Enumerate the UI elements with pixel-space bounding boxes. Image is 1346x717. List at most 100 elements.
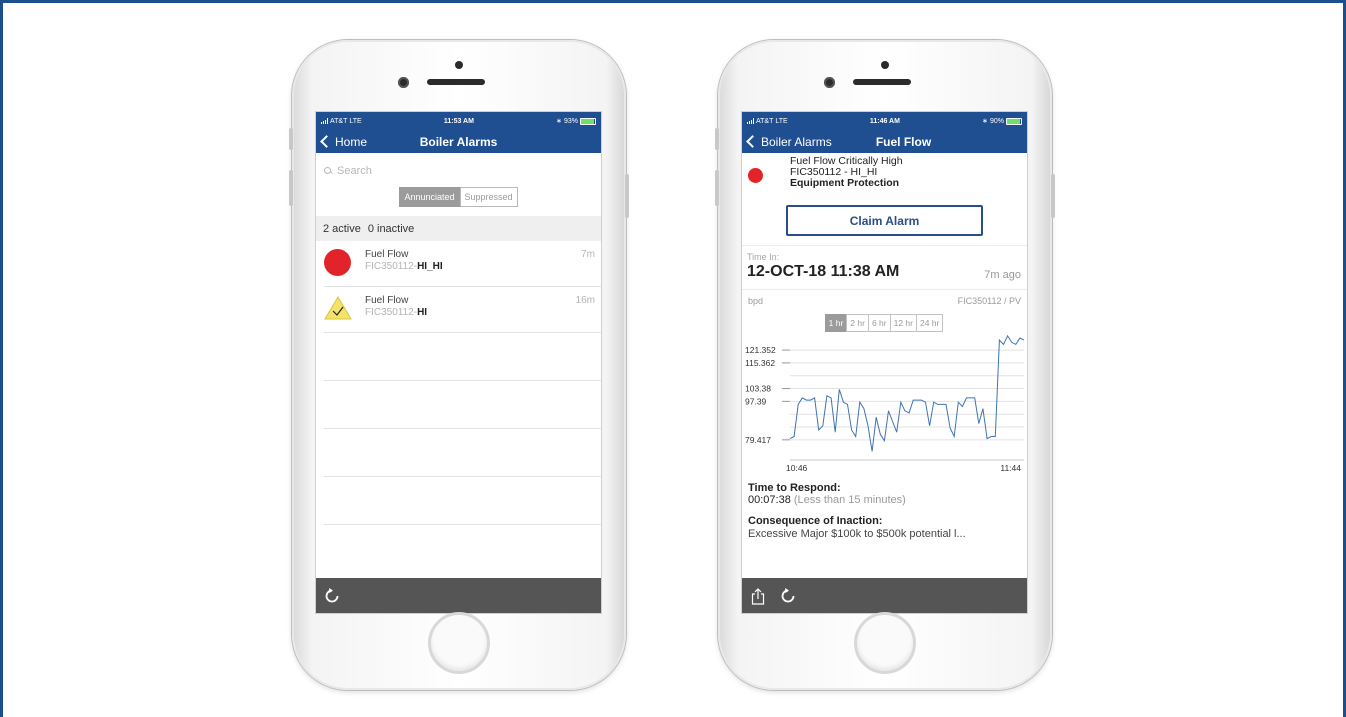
- network-label: LTE: [775, 117, 788, 125]
- alarm-tag-level: HI: [417, 307, 428, 318]
- alarm-age: 7m: [581, 249, 595, 260]
- nav-bar: Boiler Alarms Fuel Flow: [742, 130, 1027, 153]
- home-button[interactable]: [854, 612, 916, 674]
- x-tick-label: 10:46: [786, 463, 808, 473]
- y-tick-label: 97.39: [745, 396, 767, 406]
- front-camera-icon: [824, 77, 835, 88]
- bluetooth-icon: ∗: [556, 118, 562, 125]
- search-field[interactable]: Search: [324, 161, 593, 181]
- consequence-label: Consequence of Inaction:: [748, 515, 883, 527]
- respond-label: Time to Respond:: [748, 482, 841, 494]
- empty-row: [324, 429, 601, 477]
- inactive-label: inactive: [377, 222, 415, 235]
- trend-chart-svg: 79.417 97.39 103.38 115.362 121.352 10:46 11:4…: [745, 334, 1025, 473]
- critical-circle-icon: [324, 249, 352, 277]
- front-camera-icon: [398, 77, 409, 88]
- phone-left: AT&T LTE 11:53 AM ∗ 93% Home Boiler Alar…: [289, 40, 629, 690]
- trend-chart: 79.417 97.39 103.38 115.362 121.352 10:46 11:4…: [742, 332, 1027, 482]
- empty-row: [324, 477, 601, 525]
- consequence-text: Excessive Major $100k to $500k potential…: [748, 528, 966, 540]
- y-tick-label: 115.362: [745, 358, 775, 368]
- segment-annunciated[interactable]: Annunciated: [399, 187, 460, 207]
- acknowledged-warning-triangle-icon: [324, 295, 352, 323]
- y-tick-label: 79.417: [745, 435, 771, 445]
- refresh-icon[interactable]: [780, 587, 796, 604]
- refresh-icon[interactable]: [324, 587, 340, 604]
- nav-bar: Home Boiler Alarms: [316, 130, 601, 153]
- chevron-left-icon: [320, 135, 333, 148]
- x-tick-label: 11:44: [1000, 463, 1021, 473]
- inactive-count: 0: [367, 222, 374, 235]
- bottom-toolbar: [316, 578, 601, 613]
- series-line: [789, 334, 1025, 452]
- network-label: LTE: [349, 117, 362, 125]
- back-button[interactable]: Boiler Alarms: [746, 134, 832, 149]
- battery-indicator: ∗ 90%: [982, 117, 1022, 125]
- page-frame: [0, 0, 1346, 717]
- time-to-respond: Time to Respond: 00:07:38 (Less than 15 …: [742, 482, 1027, 506]
- alarm-tag-level: HI_HI: [417, 261, 443, 272]
- signal-info: AT&T LTE: [321, 118, 362, 125]
- speaker-grille: [427, 79, 485, 85]
- alarm-name: Fuel Flow: [365, 249, 409, 260]
- time-range-selector: 1 hr 2 hr 6 hr 12 hr 24 hr: [742, 314, 1027, 332]
- battery-icon: [580, 117, 596, 125]
- y-tick-label: 121.352: [745, 345, 776, 355]
- range-6hr[interactable]: 6 hr: [867, 314, 891, 332]
- back-label: Boiler Alarms: [761, 134, 832, 149]
- volume-up-button: [715, 170, 719, 206]
- time-in-value: 12-OCT-18 11:38 AM: [747, 263, 900, 280]
- chart-point: FIC350112 / PV: [957, 296, 1021, 306]
- alarm-tag: FIC350112-HI_HI: [365, 261, 443, 273]
- alarm-list-item[interactable]: Fuel Flow FIC350112-HI_HI 7m: [324, 241, 601, 287]
- alarm-filter-segment: Annunciated Suppressed: [316, 187, 601, 207]
- signal-bars-icon: [321, 118, 328, 124]
- respond-value: 00:07:38: [748, 494, 791, 506]
- y-tick-label: 103.38: [745, 384, 771, 394]
- status-bar: AT&T LTE 11:53 AM ∗ 93%: [316, 112, 601, 130]
- speaker-grille: [853, 79, 911, 85]
- alarm-counts: 2 active 0 inactive: [316, 216, 601, 241]
- signal-info: AT&T LTE: [747, 118, 788, 125]
- mute-switch: [715, 128, 719, 150]
- carrier-label: AT&T: [756, 117, 774, 125]
- battery-percent: 93%: [563, 117, 578, 125]
- mute-switch: [289, 128, 293, 150]
- share-icon[interactable]: [750, 587, 766, 605]
- bottom-toolbar: [742, 578, 1027, 613]
- home-button[interactable]: [428, 612, 490, 674]
- alarm-list-item[interactable]: Fuel Flow FIC350112-HI 16m: [324, 287, 601, 333]
- search-placeholder: Search: [337, 165, 372, 177]
- range-1hr[interactable]: 1 hr: [824, 314, 848, 332]
- range-2hr[interactable]: 2 hr: [846, 314, 869, 332]
- volume-up-button: [289, 170, 293, 206]
- time-in-ago: 7m ago: [984, 269, 1021, 281]
- claim-alarm-button[interactable]: Claim Alarm: [786, 205, 983, 236]
- screen-right: AT&T LTE 11:46 AM ∗ 90% Boiler Alarms Fu…: [742, 112, 1027, 613]
- back-button[interactable]: Home: [320, 135, 367, 149]
- active-label: active: [332, 222, 361, 235]
- claim-section: Claim Alarm: [742, 194, 1027, 246]
- screen-left: AT&T LTE 11:53 AM ∗ 93% Home Boiler Alar…: [316, 112, 601, 613]
- status-time: 11:53 AM: [443, 117, 474, 125]
- chart-header: bpd FIC350112 / PV: [742, 290, 1027, 306]
- status-bar: AT&T LTE 11:46 AM ∗ 90%: [742, 112, 1027, 130]
- search-icon: [324, 167, 332, 175]
- battery-indicator: ∗ 93%: [556, 117, 596, 125]
- phone-right: AT&T LTE 11:46 AM ∗ 90% Boiler Alarms Fu…: [715, 40, 1055, 690]
- battery-icon: [1006, 117, 1022, 125]
- range-24hr[interactable]: 24 hr: [915, 314, 944, 332]
- alarm-text: Fuel Flow FIC350112-HI_HI: [365, 249, 443, 273]
- carrier-label: AT&T: [330, 117, 348, 125]
- signal-bars-icon: [747, 118, 754, 124]
- power-button: [625, 174, 629, 218]
- respond-note: (Less than 15 minutes): [793, 494, 906, 506]
- segment-suppressed[interactable]: Suppressed: [459, 187, 518, 207]
- active-count: 2: [323, 222, 330, 235]
- time-in-section: Time In: 12-OCT-18 11:38 AM 7m ago: [742, 246, 1027, 290]
- chart-unit: bpd: [748, 296, 764, 306]
- camera-icon: [881, 61, 889, 69]
- bluetooth-icon: ∗: [982, 118, 988, 125]
- range-12hr[interactable]: 12 hr: [889, 314, 917, 332]
- alarm-name: Fuel Flow: [365, 295, 409, 306]
